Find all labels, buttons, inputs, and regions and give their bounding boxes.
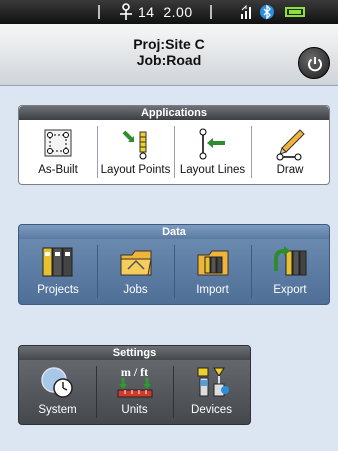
jobs-button[interactable]: Jobs [97, 239, 174, 304]
project-info: Proj:Site C Job:Road [0, 36, 338, 68]
layout-points-button[interactable]: Layout Points [97, 120, 174, 184]
import-icon [197, 250, 228, 276]
devices-button[interactable]: Devices [173, 360, 250, 424]
data-panel: Data Projects Jobs Import Export [18, 224, 330, 305]
settings-panel: Settings System m / ft Units Devices [18, 345, 251, 425]
jobs-label: Jobs [123, 284, 148, 296]
jobs-icon [120, 250, 152, 276]
devices-icon [197, 367, 229, 397]
layout-lines-icon [199, 128, 225, 160]
as-built-button[interactable]: As-Built [19, 120, 97, 184]
precision-value: 2.00 [163, 4, 193, 20]
export-button[interactable]: Export [251, 239, 329, 304]
cellular-signal-icon [241, 4, 251, 19]
job-label: Job:Road [136, 52, 202, 68]
as-built-label: As-Built [38, 164, 78, 176]
applications-body: As-Built Layout Points Layout Lines Draw [19, 120, 329, 184]
power-icon [308, 57, 322, 72]
units-icon-text: m / ft [120, 365, 149, 379]
settings-body: System m / ft Units Devices [19, 360, 250, 424]
header: Proj:Site C Job:Road [0, 24, 338, 86]
units-label: Units [121, 404, 148, 416]
system-label: System [38, 404, 77, 416]
export-label: Export [273, 284, 307, 296]
projects-label: Projects [37, 284, 79, 296]
import-label: Import [196, 284, 229, 296]
battery-icon [285, 7, 305, 17]
status-separator [210, 5, 212, 19]
bluetooth-icon [260, 4, 274, 20]
projects-icon [42, 247, 73, 277]
data-title: Data [19, 225, 329, 239]
layout-points-label: Layout Points [100, 164, 171, 176]
system-clock-icon [40, 367, 73, 398]
units-icon: m / ft [116, 366, 154, 400]
settings-title: Settings [19, 346, 250, 360]
status-readout: 14 2.00 [138, 4, 193, 20]
status-bar: 14 2.00 [0, 0, 338, 24]
import-button[interactable]: Import [174, 239, 251, 304]
status-separator [98, 5, 100, 19]
units-ruler-icon [117, 378, 152, 398]
applications-title: Applications [19, 106, 329, 120]
satellite-icon [120, 3, 132, 20]
project-label: Proj:Site C [133, 36, 205, 52]
draw-label: Draw [276, 164, 304, 176]
system-button[interactable]: System [19, 360, 96, 424]
units-button[interactable]: m / ft Units [96, 360, 173, 424]
devices-label: Devices [191, 404, 232, 416]
layout-lines-button[interactable]: Layout Lines [174, 120, 251, 184]
export-icon [274, 246, 307, 276]
layout-points-icon [122, 130, 146, 160]
draw-button[interactable]: Draw [251, 120, 329, 184]
projects-button[interactable]: Projects [19, 239, 97, 304]
draw-icon [276, 129, 305, 161]
satellite-count: 14 [138, 4, 155, 20]
applications-panel: Applications As-Built Layout Points Layo… [18, 105, 330, 185]
as-built-icon [44, 129, 72, 157]
data-body: Projects Jobs Import Export [19, 239, 329, 304]
layout-lines-label: Layout Lines [179, 164, 246, 176]
power-button[interactable] [298, 47, 330, 79]
